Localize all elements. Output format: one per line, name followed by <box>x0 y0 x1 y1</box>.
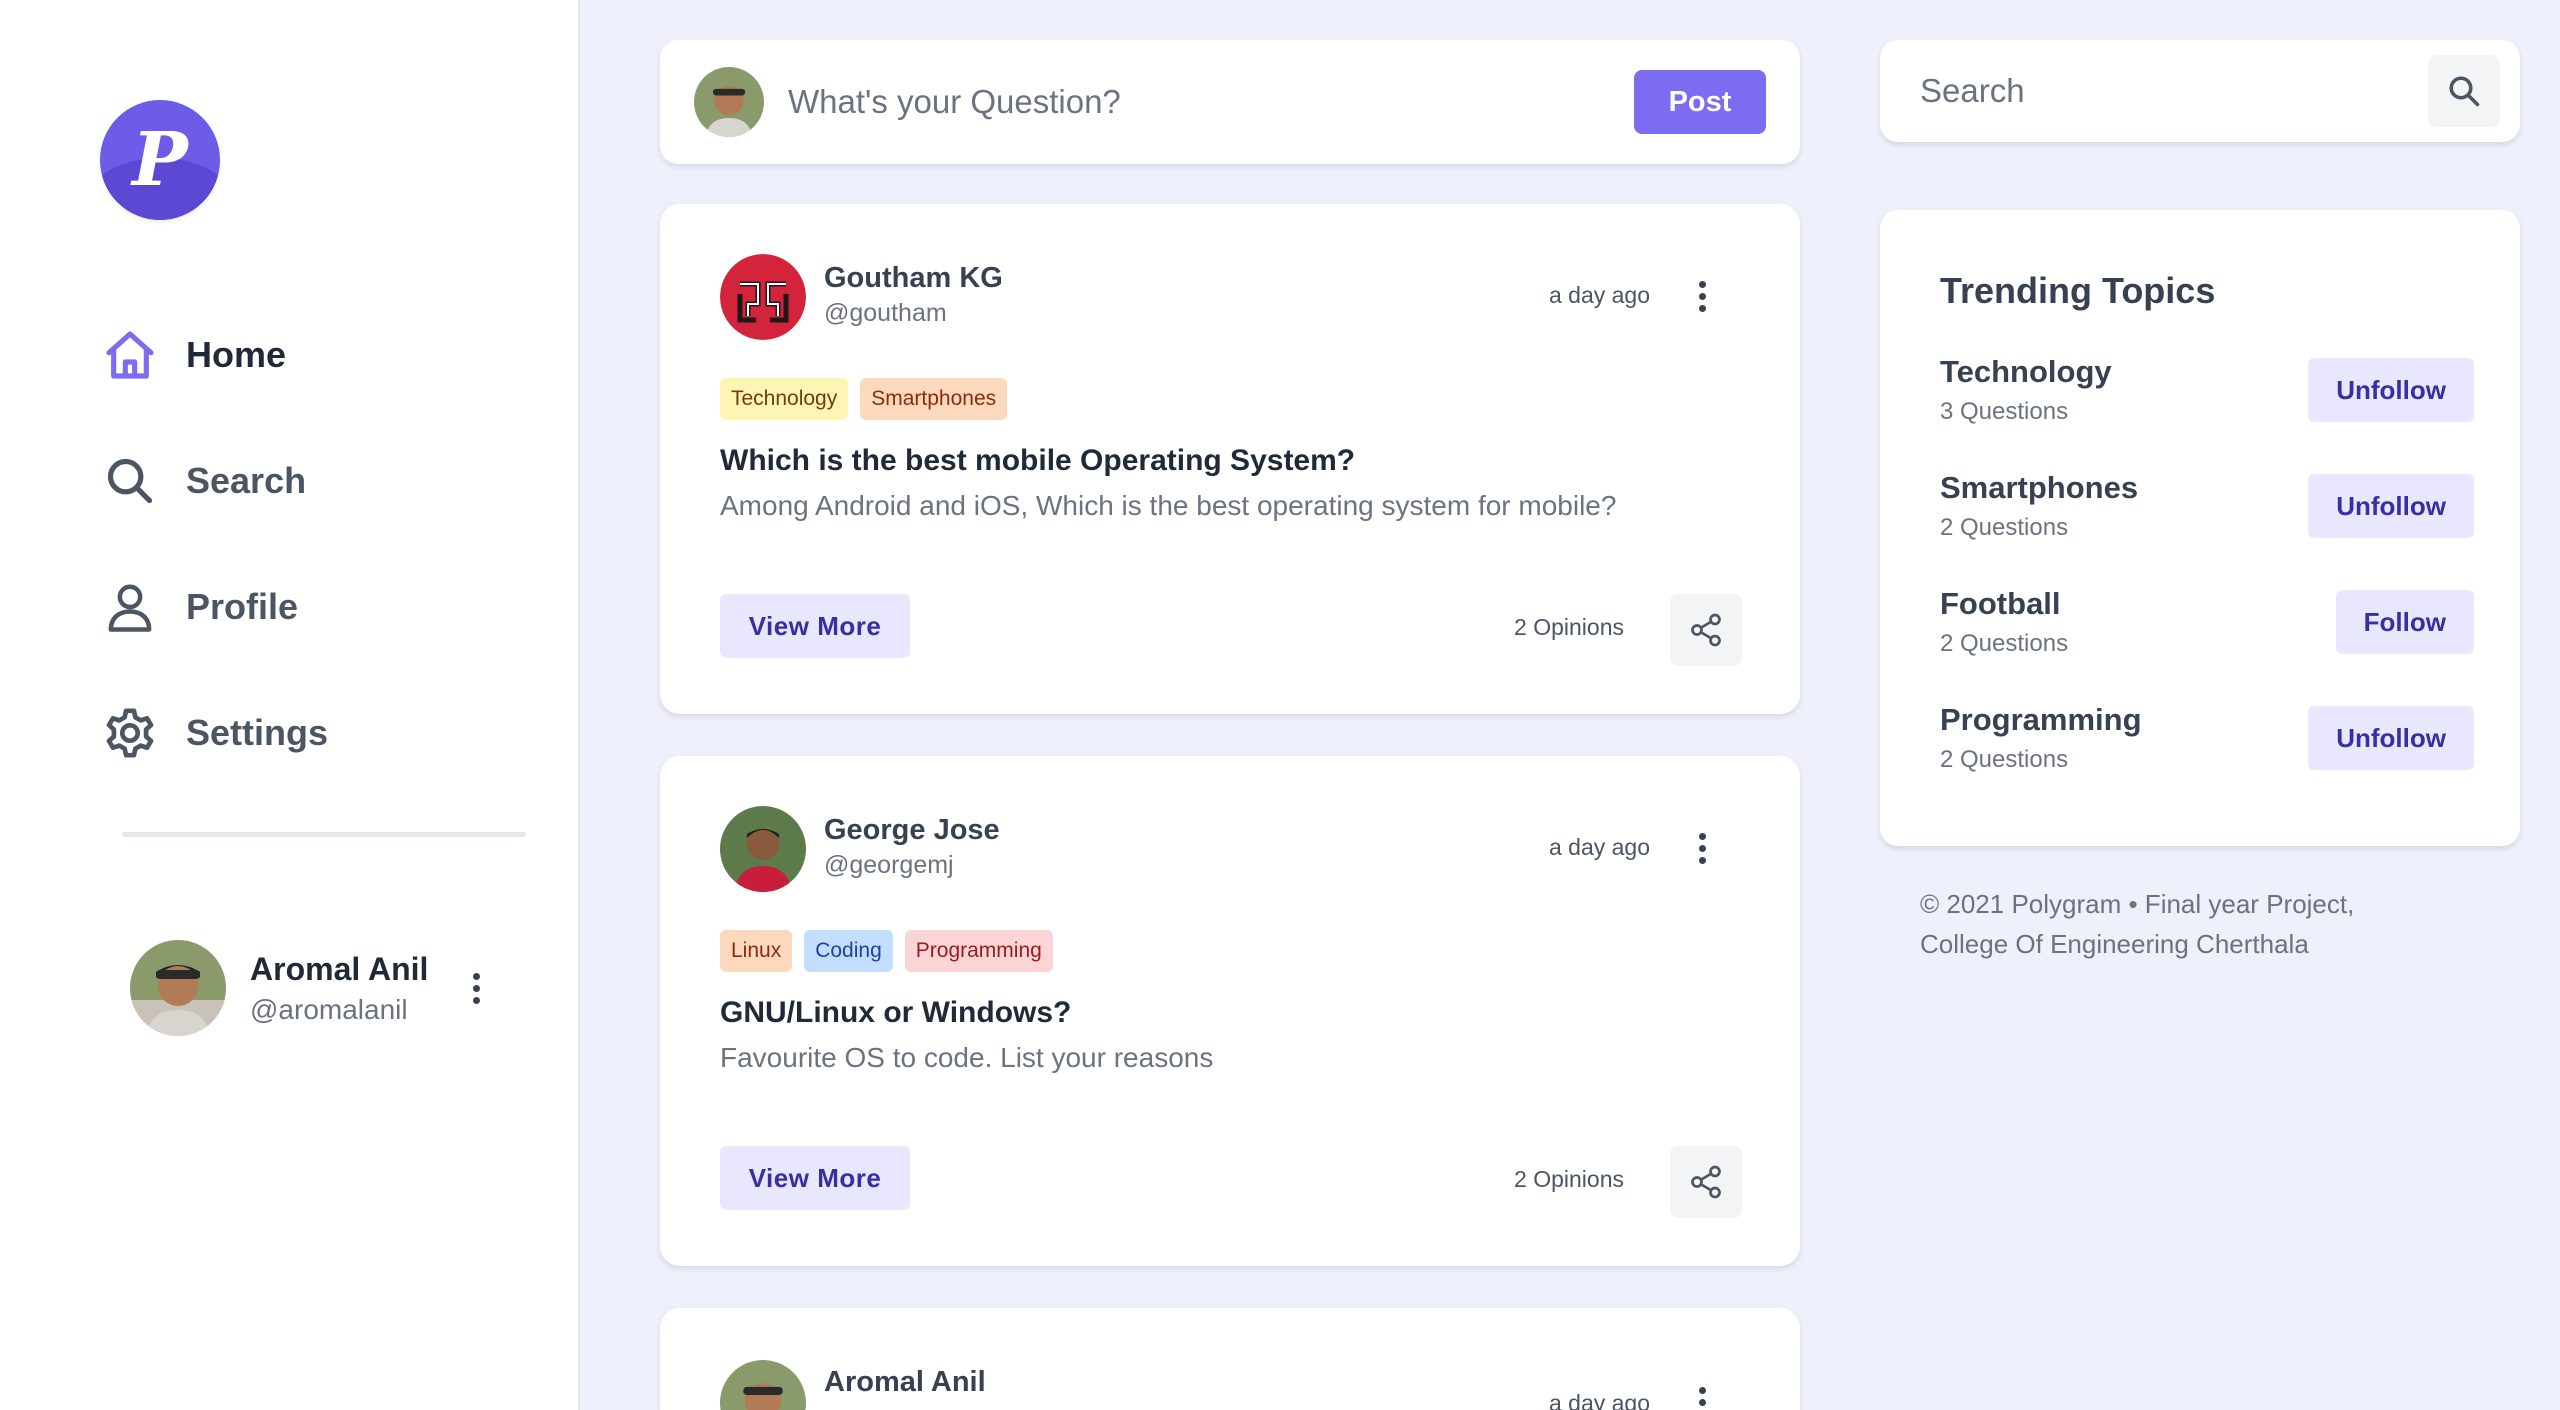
polygram-logo[interactable]: P <box>100 100 220 220</box>
tag-list: Linux Coding Programming <box>720 930 1065 972</box>
post-time: a day ago <box>1548 1390 1650 1410</box>
tag-technology[interactable]: Technology <box>720 378 849 420</box>
tag-linux[interactable]: Linux <box>720 930 793 972</box>
footer: © 2021 Polygram • Final year Project, Co… <box>1920 884 2460 964</box>
follow-button[interactable]: Follow <box>2335 590 2474 654</box>
footer-college: College Of Engineering Cherthala <box>1920 929 2309 959</box>
opinions-count: 2 Opinions <box>1514 614 1624 640</box>
nav-label-search: Search <box>186 460 307 501</box>
current-user-name: Aromal Anil <box>250 950 429 987</box>
current-user: Aromal Anil @aromalanil <box>130 940 500 1036</box>
trending-title: Trending Topics <box>1940 270 2216 311</box>
unfollow-button[interactable]: Unfollow <box>2308 358 2474 422</box>
trending-topic: Programming 2 Questions Unfollow <box>1940 702 2474 778</box>
nav-label-profile: Profile <box>186 586 299 627</box>
trending-topic: Football 2 Questions Follow <box>1940 586 2474 662</box>
question-card: George Jose @georgemj a day ago Linux Co… <box>660 756 1800 1266</box>
tag-smartphones[interactable]: Smartphones <box>860 378 1008 420</box>
trending-topic: Smartphones 2 Questions Unfollow <box>1940 470 2474 546</box>
author-name[interactable]: Goutham KG <box>824 262 1003 295</box>
nav-item-home[interactable]: Home <box>100 320 328 390</box>
question-title[interactable]: Which is the best mobile Operating Syste… <box>720 444 1355 478</box>
sidebar: P Home Search Profile Settings Aromal An… <box>0 0 580 1410</box>
more-options-icon[interactable] <box>1692 278 1712 314</box>
gear-icon <box>100 703 160 763</box>
share-icon <box>1691 1165 1721 1199</box>
search-button[interactable] <box>2428 55 2500 127</box>
question-card: Goutham KG @goutham a day ago Technology… <box>660 204 1800 714</box>
avatar <box>694 67 764 137</box>
question-body: Among Android and iOS, Which is the best… <box>720 490 1617 521</box>
search-icon <box>2449 76 2480 107</box>
author-name[interactable]: George Jose <box>824 814 1000 847</box>
search-input[interactable] <box>1920 72 2428 110</box>
question-input[interactable] <box>788 83 1634 121</box>
search-box <box>1880 40 2520 142</box>
unfollow-button[interactable]: Unfollow <box>2308 706 2474 770</box>
avatar[interactable] <box>130 940 226 1036</box>
search-icon <box>100 451 160 511</box>
question-card: Aromal Anil a day ago <box>660 1308 1800 1410</box>
tag-list: Technology Smartphones <box>720 378 1019 420</box>
more-options-icon[interactable] <box>1692 830 1712 866</box>
post-time: a day ago <box>1548 282 1650 308</box>
share-icon <box>1691 613 1721 647</box>
more-options-icon[interactable] <box>466 970 486 1006</box>
footer-copyright: © 2021 Polygram • Final year Project, <box>1920 889 2355 919</box>
unfollow-button[interactable]: Unfollow <box>2308 474 2474 538</box>
tag-coding[interactable]: Coding <box>804 930 893 972</box>
trending-topic: Technology 3 Questions Unfollow <box>1940 354 2474 430</box>
question-body: Favourite OS to code. List your reasons <box>720 1042 1214 1073</box>
more-options-icon[interactable] <box>1692 1384 1712 1410</box>
logo-letter: P <box>132 117 188 203</box>
current-user-handle: @aromalanil <box>250 993 408 1025</box>
home-icon <box>100 325 160 385</box>
tag-programming[interactable]: Programming <box>904 930 1053 972</box>
author-name[interactable]: Aromal Anil <box>824 1366 986 1399</box>
nav-item-profile[interactable]: Profile <box>100 572 328 642</box>
question-title[interactable]: GNU/Linux or Windows? <box>720 996 1071 1030</box>
avatar[interactable] <box>720 1360 806 1410</box>
author-handle: @goutham <box>824 299 947 327</box>
avatar[interactable] <box>720 806 806 892</box>
user-icon <box>100 577 160 637</box>
view-more-button[interactable]: View More <box>720 1146 910 1210</box>
sidebar-divider <box>122 832 526 837</box>
trending-topics-panel: Trending Topics Technology 3 Questions U… <box>1880 210 2520 846</box>
question-composer: Post <box>660 40 1800 164</box>
post-time: a day ago <box>1548 834 1650 860</box>
view-more-button[interactable]: View More <box>720 594 910 658</box>
share-button[interactable] <box>1670 1146 1742 1218</box>
nav-label-home: Home <box>186 334 287 375</box>
opinions-count: 2 Opinions <box>1514 1166 1624 1192</box>
nav-item-search[interactable]: Search <box>100 446 328 516</box>
post-button[interactable]: Post <box>1634 70 1766 134</box>
nav-item-settings[interactable]: Settings <box>100 698 328 768</box>
main-nav: Home Search Profile Settings <box>100 320 328 824</box>
share-button[interactable] <box>1670 594 1742 666</box>
avatar[interactable] <box>720 254 806 340</box>
author-handle: @georgemj <box>824 851 954 879</box>
nav-label-settings: Settings <box>186 712 329 753</box>
